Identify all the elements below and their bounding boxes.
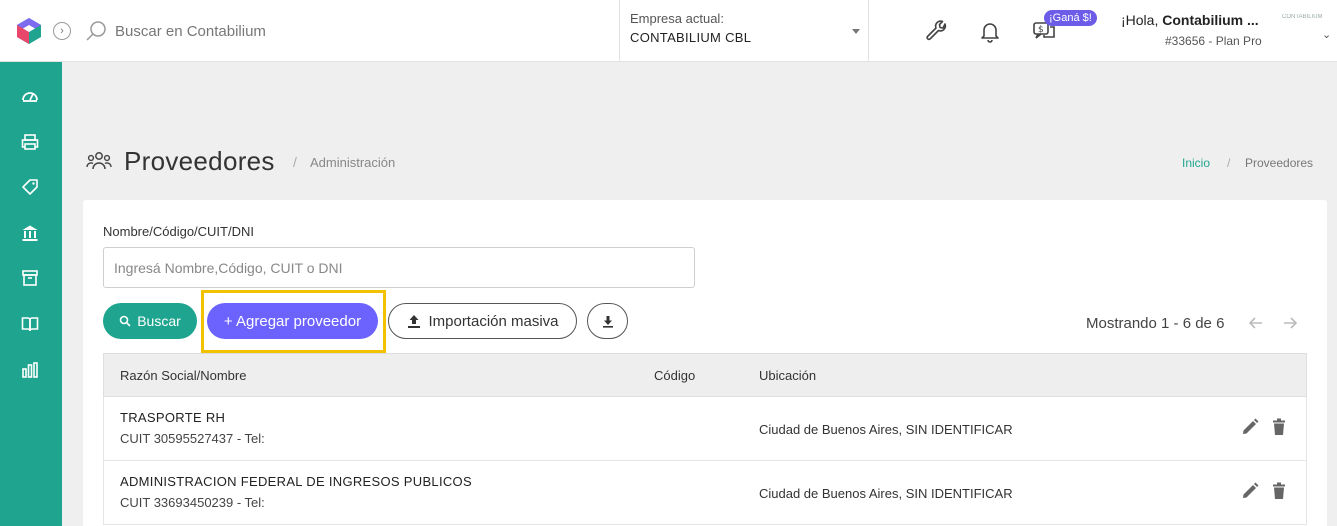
provider-filter-input[interactable]	[103, 247, 695, 288]
download-icon	[602, 316, 613, 328]
providers-table: Razón Social/Nombre Código Ubicación TRA…	[103, 353, 1307, 525]
box-icon	[22, 270, 38, 286]
breadcrumb-current: Proveedores	[1245, 156, 1314, 170]
user-name: Contabilium ...	[1162, 12, 1259, 28]
user-plan: #33656 - Plan Pro	[1165, 34, 1262, 48]
caret-down-icon	[852, 29, 860, 34]
edit-pencil-icon[interactable]	[1241, 418, 1259, 436]
breadcrumb-separator: /	[1227, 156, 1231, 170]
pagination-summary: Mostrando 1 - 6 de 6	[1086, 315, 1225, 332]
sidebar-item-banks[interactable]	[18, 221, 42, 245]
add-provider-label: + Agregar proveedor	[223, 312, 362, 330]
table-row[interactable]: TRASPORTE RH CUIT 30595527437 - Tel: Ciu…	[103, 397, 1307, 461]
sidebar	[0, 62, 62, 526]
provider-name: ADMINISTRACION FEDERAL DE INGRESOS PUBLI…	[120, 474, 472, 489]
chevron-down-icon[interactable]: ⌄	[1322, 28, 1331, 41]
book-icon	[21, 317, 39, 332]
breadcrumb-home-link[interactable]: Inicio	[1182, 156, 1210, 170]
search-icon	[86, 21, 106, 41]
sidebar-item-inventory[interactable]	[18, 266, 42, 290]
greeting-prefix: ¡Hola,	[1121, 12, 1163, 28]
sidebar-item-reports[interactable]	[18, 358, 42, 382]
contabilium-logo[interactable]	[14, 16, 44, 46]
sidebar-item-sales[interactable]	[18, 130, 42, 154]
download-button[interactable]	[587, 303, 628, 339]
bell-icon[interactable]	[978, 19, 1002, 43]
upload-icon	[408, 315, 421, 328]
top-bar: › Empresa actual: CONTABILIUM CBL $ ¡Gan…	[0, 0, 1337, 62]
bar-chart-icon	[22, 362, 38, 378]
provider-name: TRASPORTE RH	[120, 410, 226, 425]
column-header-location[interactable]: Ubicación	[759, 368, 816, 383]
search-button-label: Buscar	[137, 313, 181, 329]
promo-badge[interactable]: ¡Ganá $!	[1044, 10, 1097, 26]
add-provider-button[interactable]: + Agregar proveedor	[207, 303, 378, 339]
tag-icon	[22, 179, 38, 195]
company-value: CONTABILIUM CBL	[630, 30, 752, 45]
search-icon	[119, 315, 131, 327]
page-subtitle: Administración	[310, 155, 396, 170]
search-button[interactable]: Buscar	[103, 303, 197, 339]
company-label: Empresa actual:	[630, 11, 724, 26]
edit-pencil-icon[interactable]	[1241, 482, 1259, 500]
providers-card: Nombre/Código/CUIT/DNI Buscar + Agregar …	[83, 200, 1327, 526]
global-search-input[interactable]	[115, 20, 495, 42]
provider-cuit: CUIT 33693450239 - Tel:	[120, 495, 265, 510]
column-header-code[interactable]: Código	[654, 368, 695, 383]
bulk-import-button[interactable]: Importación masiva	[388, 303, 577, 339]
user-greeting[interactable]: ¡Hola, Contabilium ...	[1121, 12, 1259, 28]
sidebar-item-products[interactable]	[18, 175, 42, 199]
sidebar-item-accounting[interactable]	[18, 312, 42, 336]
arrow-left-icon[interactable]	[1246, 313, 1266, 333]
provider-cuit: CUIT 30595527437 - Tel:	[120, 431, 265, 446]
page-title: Proveedores	[124, 146, 275, 176]
sidebar-toggle-button[interactable]: ›	[53, 22, 71, 40]
filter-label: Nombre/Código/CUIT/DNI	[103, 224, 254, 239]
title-separator: /	[293, 154, 297, 170]
provider-location: Ciudad de Buenos Aires, SIN IDENTIFICAR	[759, 422, 1013, 437]
svg-text:$: $	[1038, 25, 1044, 35]
bank-icon	[22, 225, 38, 241]
table-header: Razón Social/Nombre Código Ubicación	[103, 353, 1307, 397]
table-row[interactable]: ADMINISTRACION FEDERAL DE INGRESOS PUBLI…	[103, 461, 1307, 525]
arrow-right-icon[interactable]	[1280, 313, 1300, 333]
bulk-import-label: Importación masiva	[428, 312, 559, 330]
trash-icon[interactable]	[1270, 482, 1288, 500]
column-header-name[interactable]: Razón Social/Nombre	[120, 368, 246, 383]
printer-icon	[21, 134, 39, 150]
trash-icon[interactable]	[1270, 418, 1288, 436]
provider-location: Ciudad de Buenos Aires, SIN IDENTIFICAR	[759, 486, 1013, 501]
chevron-right-icon: ›	[60, 25, 64, 37]
users-group-icon	[86, 152, 112, 170]
wrench-icon[interactable]	[925, 19, 949, 43]
sidebar-item-dashboard[interactable]	[18, 84, 42, 108]
company-selector[interactable]: Empresa actual: CONTABILIUM CBL	[619, 0, 869, 62]
company-avatar[interactable]: CONTABILIUM	[1282, 14, 1330, 24]
gauge-icon	[22, 92, 38, 102]
